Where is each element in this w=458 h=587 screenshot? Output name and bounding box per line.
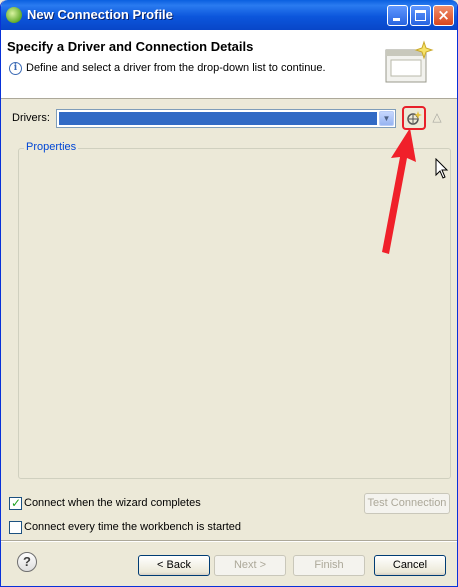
- maximize-button[interactable]: [410, 5, 431, 26]
- eclipse-app-icon: [6, 7, 22, 23]
- test-connection-button[interactable]: Test Connection: [364, 493, 450, 514]
- properties-group: Properties: [18, 141, 451, 479]
- wizard-header: Specify a Driver and Connection Details …: [1, 30, 457, 99]
- new-driver-button[interactable]: [402, 106, 426, 130]
- connect-when-completes-checkbox[interactable]: ✓: [9, 496, 22, 510]
- maximize-icon: [415, 10, 426, 21]
- next-button[interactable]: Next >: [214, 555, 286, 576]
- separator-highlight: [1, 541, 457, 542]
- info-icon: i: [9, 62, 22, 75]
- connect-when-completes-label: Connect when the wizard completes: [24, 497, 201, 509]
- connect-every-time-label: Connect every time the workbench is star…: [24, 521, 242, 533]
- properties-label: Properties: [24, 141, 79, 153]
- wizard-banner-icon: [385, 40, 434, 83]
- minimize-icon: [393, 18, 400, 21]
- page-title: Specify a Driver and Connection Details: [7, 39, 254, 54]
- page-description: Define and select a driver from the drop…: [26, 62, 326, 74]
- chevron-down-icon[interactable]: ▼: [379, 111, 394, 126]
- new-connection-profile-dialog: New Connection Profile × Specify a Drive…: [0, 0, 458, 587]
- connect-every-time-checkbox[interactable]: [9, 521, 22, 534]
- drivers-selected-value: [59, 112, 377, 125]
- back-button[interactable]: < Back: [138, 555, 210, 576]
- finish-button[interactable]: Finish: [293, 555, 365, 576]
- help-button[interactable]: ?: [17, 552, 37, 572]
- close-icon: ×: [437, 6, 450, 24]
- title-bar[interactable]: New Connection Profile ×: [1, 0, 457, 30]
- window-title: New Connection Profile: [27, 7, 173, 22]
- checkmark-icon: ✓: [11, 496, 22, 510]
- drivers-dropdown[interactable]: ▼: [56, 109, 396, 128]
- close-button[interactable]: ×: [433, 5, 454, 26]
- mouse-cursor-icon: [435, 158, 449, 179]
- minimize-button[interactable]: [387, 5, 408, 26]
- drivers-label: Drivers:: [12, 112, 50, 124]
- new-driver-icon: [407, 111, 422, 125]
- edit-driver-icon[interactable]: △: [430, 110, 444, 124]
- cancel-button[interactable]: Cancel: [374, 555, 446, 576]
